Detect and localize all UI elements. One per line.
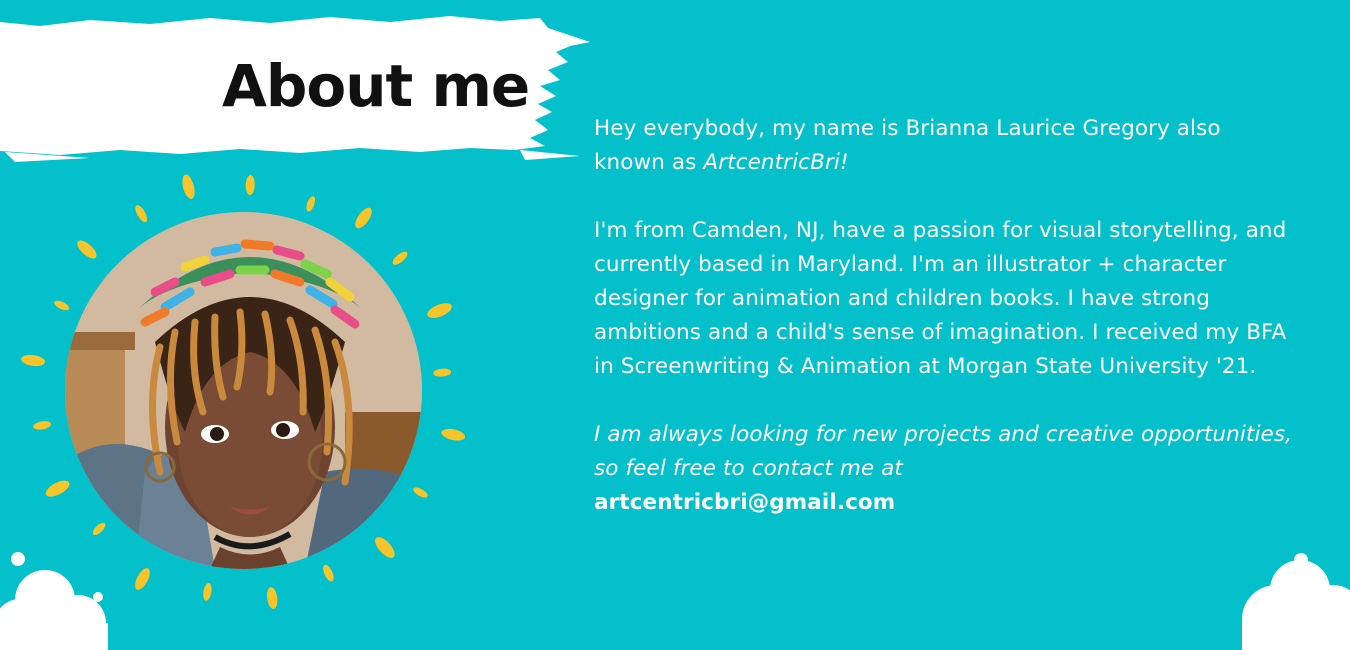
alias-name: ArtcentricBri!	[703, 150, 849, 175]
sun-ray-16	[33, 421, 51, 430]
sun-ray-3	[355, 207, 372, 229]
sun-ray-11	[267, 587, 278, 609]
bio-text-block: Hey everybody, my name is Brianna Lauric…	[594, 112, 1294, 520]
sun-ray-2	[306, 196, 316, 212]
intro-paragraph: Hey everybody, my name is Brianna Lauric…	[594, 112, 1294, 180]
contact-paragraph: I am always looking for new projects and…	[594, 418, 1294, 520]
sun-ray-13	[135, 568, 150, 590]
sun-ray-5	[427, 303, 452, 318]
sun-ray-12	[203, 583, 212, 601]
contact-text: I am always looking for new projects and…	[594, 422, 1293, 481]
sun-ray-4	[392, 251, 408, 265]
sun-ray-15	[45, 480, 70, 497]
sun-ray-17	[21, 354, 46, 367]
sun-ray-1	[245, 175, 255, 196]
sun-ray-14	[92, 522, 106, 536]
sun-ray-19	[77, 240, 97, 259]
sun-ray-6	[433, 368, 452, 377]
sun-ray-18	[54, 300, 70, 311]
cloud-icon	[1242, 553, 1350, 650]
sun-ray-7	[441, 428, 466, 441]
sun-ray-9	[375, 537, 395, 558]
page-title: About me	[222, 52, 530, 120]
portrait-photo	[65, 212, 422, 569]
sun-ray-10	[323, 564, 334, 582]
intro-text: Hey everybody, my name is Brianna Lauric…	[594, 116, 1221, 175]
contact-email[interactable]: artcentricbri@gmail.com	[594, 490, 895, 515]
sun-ray-8	[413, 487, 428, 498]
cloud-icon	[0, 552, 108, 650]
bio-paragraph: I'm from Camden, NJ, have a passion for …	[594, 218, 1287, 379]
